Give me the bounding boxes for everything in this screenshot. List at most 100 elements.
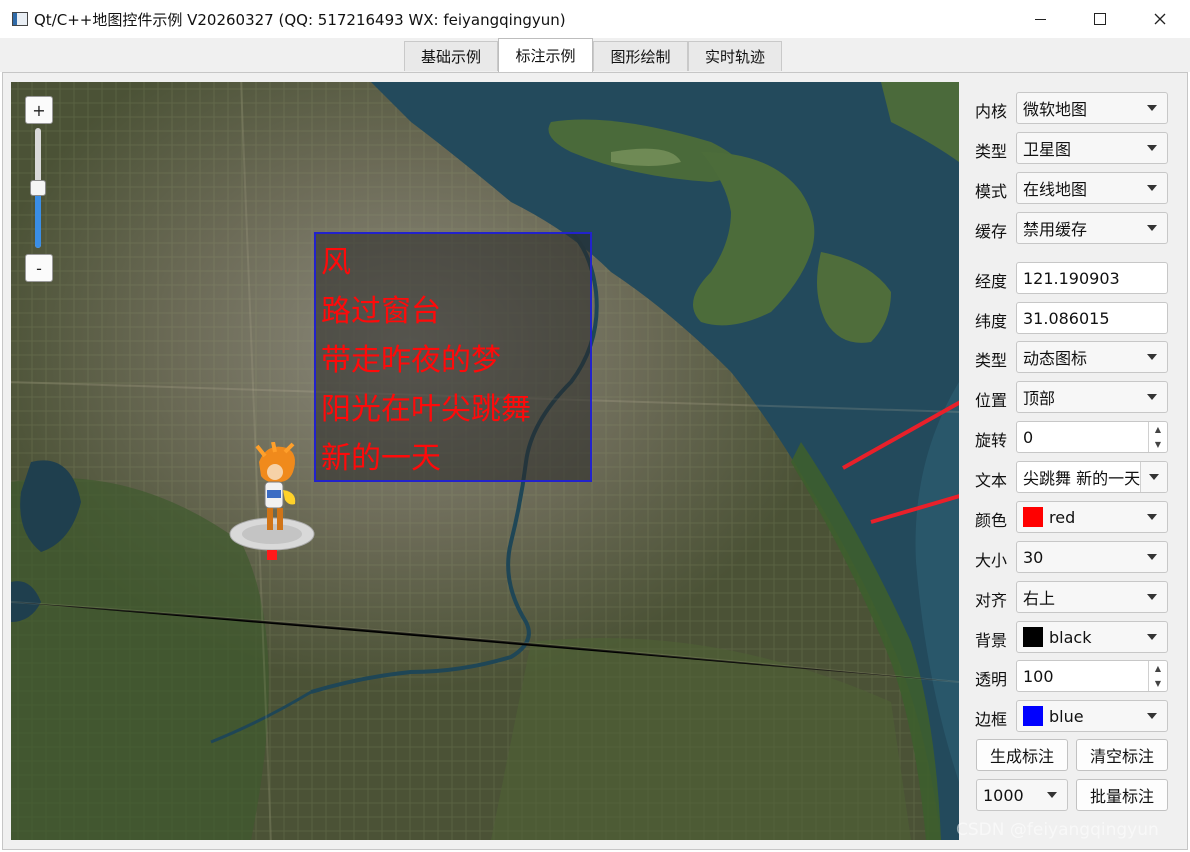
spin-up-icon[interactable]: ▲ [1149,661,1167,676]
spin-down-icon[interactable]: ▼ [1149,676,1167,691]
opacity-label: 透明 [975,670,1008,689]
map-view[interactable]: + - 风 路过窗台 带走昨夜的梦 阳光在叶尖跳舞 新的一天 [11,82,959,840]
chevron-down-icon [1147,185,1157,191]
chevron-down-icon [1147,514,1157,520]
border-select[interactable]: blue [1016,700,1168,732]
zoom-slider-handle[interactable] [30,180,46,196]
border-swatch [1023,706,1043,726]
spin-up-icon[interactable]: ▲ [1149,422,1167,437]
opacity-value: 100 [1023,666,1054,686]
marker-type-select[interactable]: 动态图标 [1016,341,1168,373]
longitude-label: 经度 [975,272,1008,291]
tab-track[interactable]: 实时轨迹 [688,41,782,71]
map-type-label: 类型 [975,142,1008,161]
marker-text-line: 带走昨夜的梦 [321,343,501,378]
text-combo[interactable]: 尖跳舞 新的一天 [1016,461,1168,493]
window-title: Qt/C++地图控件示例 V20260327 (QQ: 517216493 WX… [34,11,566,29]
batch-marker-button[interactable]: 批量标注 [1076,779,1168,811]
clear-markers-button[interactable]: 清空标注 [1076,739,1168,771]
text-dropdown-button[interactable] [1140,462,1167,492]
batch-count-value: 1000 [983,785,1024,805]
marker-text-line: 新的一天 [321,441,441,476]
align-select[interactable]: 右上 [1016,581,1168,613]
longitude-input[interactable]: 121.190903 [1016,262,1168,294]
text-label: 文本 [975,471,1008,490]
border-label: 边框 [975,710,1008,729]
zoom-slider-fill [35,188,41,248]
chevron-down-icon [1147,554,1157,560]
chevron-down-icon [1147,354,1157,360]
chevron-down-icon [1147,394,1157,400]
chevron-down-icon [1147,145,1157,151]
spin-down-icon[interactable]: ▼ [1149,437,1167,452]
tab-drawing[interactable]: 图形绘制 [593,41,688,71]
position-label: 位置 [975,391,1008,410]
title-bar: Qt/C++地图控件示例 V20260327 (QQ: 517216493 WX… [0,0,1190,38]
position-select[interactable]: 顶部 [1016,381,1168,413]
latitude-input[interactable]: 31.086015 [1016,302,1168,334]
close-icon [1154,13,1166,25]
background-label: 背景 [975,631,1008,650]
chevron-down-icon [1147,634,1157,640]
color-select[interactable]: red [1016,501,1168,533]
marker-type-label: 类型 [975,351,1008,370]
marker-text-line: 路过窗台 [321,294,441,329]
chevron-down-icon [1147,225,1157,231]
minimize-icon [1034,18,1046,20]
size-select[interactable]: 30 [1016,541,1168,573]
generate-marker-button[interactable]: 生成标注 [976,739,1068,771]
marker-type-value: 动态图标 [1023,349,1088,368]
chevron-down-icon [1147,594,1157,600]
position-value: 顶部 [1023,389,1056,408]
kernel-value: 微软地图 [1023,100,1088,119]
text-value: 尖跳舞 新的一天 [1023,469,1141,488]
map-type-value: 卫星图 [1023,140,1072,159]
marker-label-box[interactable]: 风 路过窗台 带走昨夜的梦 阳光在叶尖跳舞 新的一天 [314,232,592,482]
batch-count-select[interactable]: 1000 [976,779,1068,811]
size-label: 大小 [975,551,1008,570]
chevron-down-icon [1149,474,1159,480]
mode-value: 在线地图 [1023,180,1088,199]
kernel-label: 内核 [975,102,1008,121]
map-type-select[interactable]: 卫星图 [1016,132,1168,164]
tab-bar: 基础示例 标注示例 图形绘制 实时轨迹 [0,38,1190,72]
align-label: 对齐 [975,591,1008,610]
tab-markers[interactable]: 标注示例 [498,38,593,72]
maximize-icon [1094,13,1106,25]
cache-select[interactable]: 禁用缓存 [1016,212,1168,244]
control-panel: 内核 微软地图 类型 卫星图 模式 在线地图 缓存 禁用缓存 经度 121.19… [965,82,1183,842]
opacity-spinbox[interactable]: 100 ▲ ▼ [1016,660,1168,692]
border-value: blue [1049,706,1084,726]
csdn-watermark: CSDN @feiyangqingyun [956,820,1159,840]
minimize-button[interactable] [1010,0,1070,38]
rotation-spinbox[interactable]: 0 ▲ ▼ [1016,421,1168,453]
color-value: red [1049,507,1076,527]
rotation-label: 旋转 [975,431,1008,450]
chevron-down-icon [1147,713,1157,719]
marker-text-line: 阳光在叶尖跳舞 [321,392,531,427]
marker-text-line: 风 [321,245,351,280]
animated-marker-icon[interactable] [227,442,317,562]
chevron-down-icon [1047,792,1057,798]
background-swatch [1023,627,1043,647]
rotation-value: 0 [1023,427,1034,447]
mode-label: 模式 [975,182,1008,201]
cache-value: 禁用缓存 [1023,220,1088,239]
background-value: black [1049,627,1092,647]
zoom-in-button[interactable]: + [25,96,53,124]
mode-select[interactable]: 在线地图 [1016,172,1168,204]
color-label: 颜色 [975,511,1008,530]
latitude-label: 纬度 [975,312,1008,331]
chevron-down-icon [1147,105,1157,111]
background-select[interactable]: black [1016,621,1168,653]
tab-basic[interactable]: 基础示例 [404,41,498,71]
maximize-button[interactable] [1070,0,1130,38]
zoom-out-button[interactable]: - [25,254,53,282]
cache-label: 缓存 [975,222,1008,241]
kernel-select[interactable]: 微软地图 [1016,92,1168,124]
close-button[interactable] [1130,0,1190,38]
size-value: 30 [1023,547,1044,567]
app-icon [12,12,28,26]
color-swatch [1023,507,1043,527]
align-value: 右上 [1023,589,1056,608]
